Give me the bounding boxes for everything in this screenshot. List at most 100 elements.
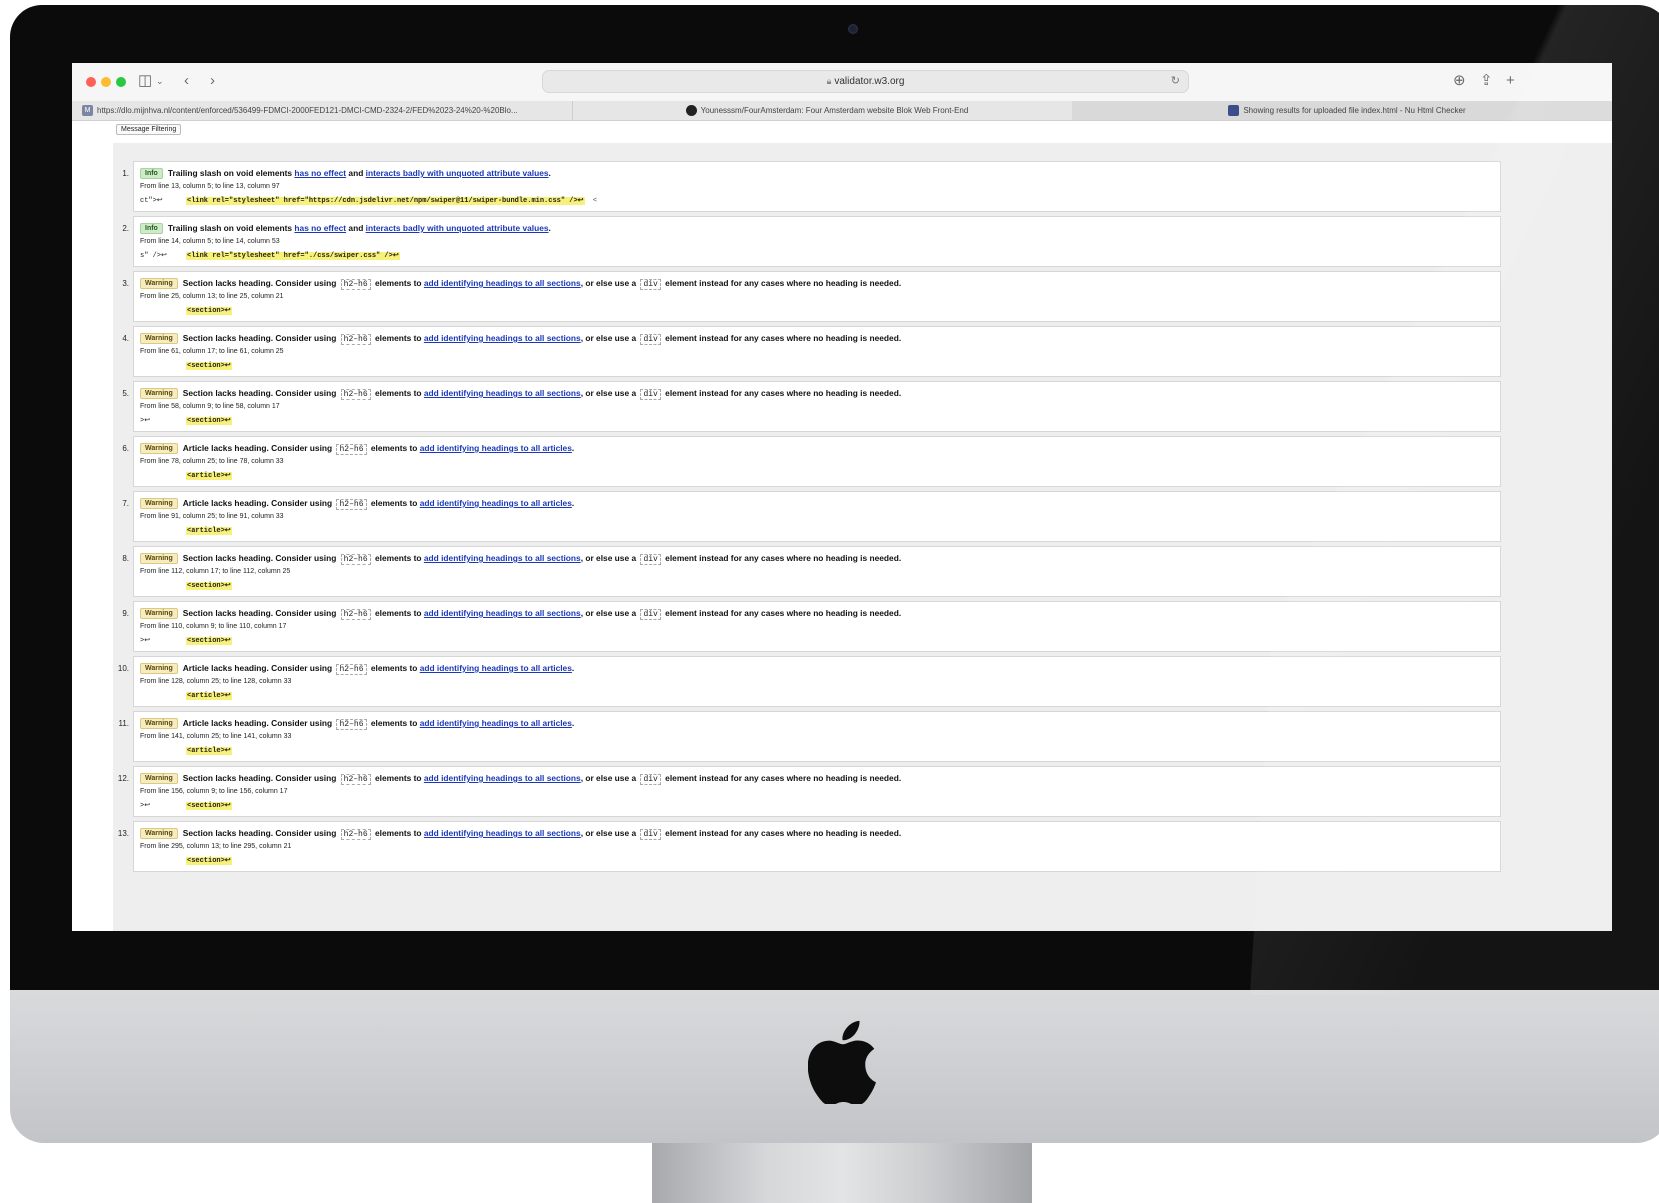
source-extract: <section>↩ <box>140 856 232 865</box>
add-headings-articles-link[interactable]: add identifying headings to all articles <box>420 718 572 728</box>
source-extract: <article>↩ <box>140 471 232 480</box>
message-filtering-button[interactable]: Message Filtering <box>116 124 182 135</box>
element-code: h2–h6 <box>340 829 371 840</box>
message-phrase <box>636 553 638 563</box>
extract-highlight: <link rel="stylesheet" href="./css/swipe… <box>186 252 400 260</box>
tab-dlo[interactable]: Mhttps://dlo.mijnhva.nl/content/enforced… <box>72 101 573 120</box>
source-extract: <article>↩ <box>140 746 232 755</box>
message-text: Warning Article lacks heading. Consider u… <box>140 443 574 455</box>
source-extract: <section>↩ <box>140 581 232 590</box>
message-type-badge: Info <box>140 223 163 234</box>
message-box: Warning Article lacks heading. Consider u… <box>133 711 1501 762</box>
address-bar[interactable]: 🔒︎ validator.w3.org ↻ <box>542 70 1189 93</box>
message-phrase: elements to <box>370 663 418 673</box>
message-phrase: Trailing slash on void elements <box>167 223 293 233</box>
message-type-badge: Warning <box>140 773 178 784</box>
message-type-badge: Warning <box>140 608 178 619</box>
has-no-effect-link[interactable]: has no effect <box>294 223 346 233</box>
message-text: Warning Section lacks heading. Consider u… <box>140 553 902 565</box>
source-extract: s" />↩ <link rel="stylesheet" href="./css… <box>140 251 400 260</box>
message-phrase: , or else use a <box>580 388 637 398</box>
message-type-badge: Warning <box>140 718 178 729</box>
message-phrase <box>332 498 334 508</box>
extract-highlight: <article>↩ <box>186 472 232 480</box>
source-extract: >↩ <section>↩ <box>140 636 232 645</box>
message-phrase: elements to <box>375 553 422 563</box>
element-code: h2–h6 <box>336 444 367 455</box>
message-type-badge: Warning <box>140 828 178 839</box>
result-message: 2. Info Trailing slash on void elements ha… <box>113 216 1612 267</box>
message-text: Warning Section lacks heading. Consider u… <box>140 608 902 620</box>
back-arrow-icon[interactable]: ‹ <box>184 71 189 91</box>
message-phrase <box>332 663 334 673</box>
sidebar-toggle-icon[interactable]: ◫ <box>138 71 152 91</box>
new-tab-icon[interactable]: + <box>1506 71 1515 91</box>
message-phrase: Article lacks heading. Consider using <box>182 498 333 508</box>
message-phrase: elements to <box>370 443 418 453</box>
add-headings-sections-link[interactable]: add identifying headings to all sections <box>424 608 581 618</box>
forward-arrow-icon[interactable]: › <box>210 71 215 91</box>
result-message: 7. Warning Article lacks heading. Consider… <box>113 491 1612 542</box>
message-phrase: and <box>346 168 366 178</box>
message-location: From line 61, column 17; to line 61, col… <box>140 348 284 355</box>
message-phrase: . <box>548 223 551 233</box>
add-headings-articles-link[interactable]: add identifying headings to all articles <box>420 498 572 508</box>
message-phrase: Section lacks heading. Consider using <box>182 608 337 618</box>
add-headings-sections-link[interactable]: add identifying headings to all sections <box>424 278 581 288</box>
zoom-window-button[interactable] <box>116 77 126 87</box>
add-headings-sections-link[interactable]: add identifying headings to all sections <box>424 773 581 783</box>
add-headings-articles-link[interactable]: add identifying headings to all articles <box>420 443 572 453</box>
element-code: h2–h6 <box>340 609 371 620</box>
message-type-badge: Warning <box>140 278 178 289</box>
tab-github[interactable]: Younesssm/FourAmsterdam: Four Amsterdam … <box>572 101 1073 120</box>
result-message: 11. Warning Article lacks heading. Conside… <box>113 711 1612 762</box>
message-location: From line 14, column 5; to line 14, colu… <box>140 238 280 245</box>
message-phrase: element instead for any cases where no h… <box>665 388 902 398</box>
extract-highlight: <section>↩ <box>186 802 232 810</box>
message-type-badge: Info <box>140 168 163 179</box>
browser-toolbar: ◫ ⌄ ‹ › 🔒︎ validator.w3.org ↻ ⊕ ⇪ + <box>72 63 1612 101</box>
message-phrase: , or else use a <box>580 773 637 783</box>
source-extract: >↩ <section>↩ <box>140 801 232 810</box>
tab-validator[interactable]: Showing results for uploaded file index.… <box>1072 101 1612 120</box>
element-code: div <box>640 829 661 840</box>
result-message: 10. Warning Article lacks heading. Conside… <box>113 656 1612 707</box>
share-icon[interactable]: ⇪ <box>1480 71 1493 91</box>
message-phrase <box>636 278 638 288</box>
add-headings-sections-link[interactable]: add identifying headings to all sections <box>424 388 581 398</box>
message-phrase: element instead for any cases where no h… <box>665 608 902 618</box>
add-headings-articles-link[interactable]: add identifying headings to all articles <box>420 663 572 673</box>
message-phrase <box>636 388 638 398</box>
add-headings-sections-link[interactable]: add identifying headings to all sections <box>424 553 581 563</box>
message-phrase: . <box>571 718 575 728</box>
message-phrase: Section lacks heading. Consider using <box>182 553 337 563</box>
message-type-badge: Warning <box>140 553 178 564</box>
add-headings-sections-link[interactable]: add identifying headings to all sections <box>424 333 581 343</box>
message-phrase <box>332 443 334 453</box>
message-phrase: Article lacks heading. Consider using <box>182 718 333 728</box>
chevron-down-icon[interactable]: ⌄ <box>156 71 164 91</box>
element-code: h2–h6 <box>340 279 371 290</box>
has-no-effect-link[interactable]: has no effect <box>294 168 346 178</box>
source-extract: >↩ <section>↩ <box>140 416 232 425</box>
minimize-window-button[interactable] <box>101 77 111 87</box>
message-phrase: element instead for any cases where no h… <box>665 553 902 563</box>
message-phrase: , or else use a <box>580 608 637 618</box>
interacts-badly-link[interactable]: interacts badly with unquoted attribute … <box>366 168 549 178</box>
result-message: 3. Warning Section lacks heading. Consider… <box>113 271 1612 322</box>
message-text: Warning Section lacks heading. Consider u… <box>140 828 902 840</box>
add-headings-sections-link[interactable]: add identifying headings to all sections <box>424 828 581 838</box>
extract-highlight: <section>↩ <box>186 857 232 865</box>
download-icon[interactable]: ⊕ <box>1453 71 1466 91</box>
message-phrase <box>636 333 638 343</box>
message-phrase: element instead for any cases where no h… <box>665 828 902 838</box>
interacts-badly-link[interactable]: interacts badly with unquoted attribute … <box>366 223 549 233</box>
result-message: 8. Warning Section lacks heading. Consider… <box>113 546 1612 597</box>
message-phrase: elements to <box>370 498 418 508</box>
close-window-button[interactable] <box>86 77 96 87</box>
extract-highlight: <section>↩ <box>186 582 232 590</box>
result-message: 4. Warning Section lacks heading. Consider… <box>113 326 1612 377</box>
tab-bar: Mhttps://dlo.mijnhva.nl/content/enforced… <box>72 101 1612 121</box>
reload-icon[interactable]: ↻ <box>1171 71 1180 92</box>
message-location: From line 58, column 9; to line 58, colu… <box>140 403 280 410</box>
